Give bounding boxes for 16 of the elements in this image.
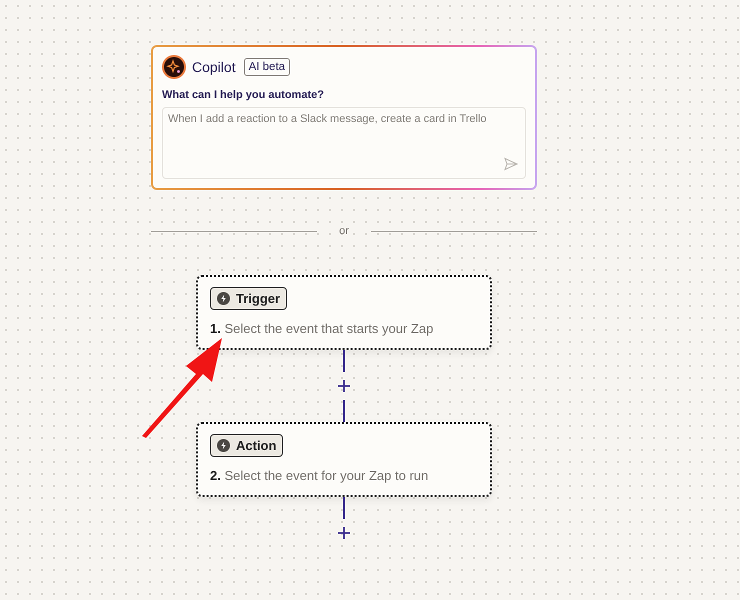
add-step-icon[interactable]	[337, 379, 351, 393]
step-description: 1. Select the event that starts your Zap	[210, 321, 434, 336]
step-card[interactable]: Trigger 1. Select the event that starts your Zap	[196, 275, 492, 350]
copilot-title: Copilot	[192, 59, 236, 75]
bolt-icon	[217, 439, 230, 452]
step-type-tag: Trigger	[210, 287, 288, 310]
divider-label: or	[338, 225, 350, 237]
beta-badge: AI beta	[244, 58, 290, 76]
prompt-input[interactable]: When I add a reaction to a Slack message, create a card in Trello	[162, 107, 526, 179]
bolt-icon	[217, 292, 230, 305]
prompt-label: What can I help you automate?	[162, 89, 325, 101]
step-card[interactable]: Action 2. Select the event for your Zap to run	[196, 422, 492, 497]
step-description: 2. Select the event for your Zap to run	[210, 468, 430, 483]
step-type-tag: Action	[210, 434, 284, 457]
add-step-icon[interactable]	[337, 526, 351, 540]
sparkle-logo-icon	[162, 55, 186, 79]
